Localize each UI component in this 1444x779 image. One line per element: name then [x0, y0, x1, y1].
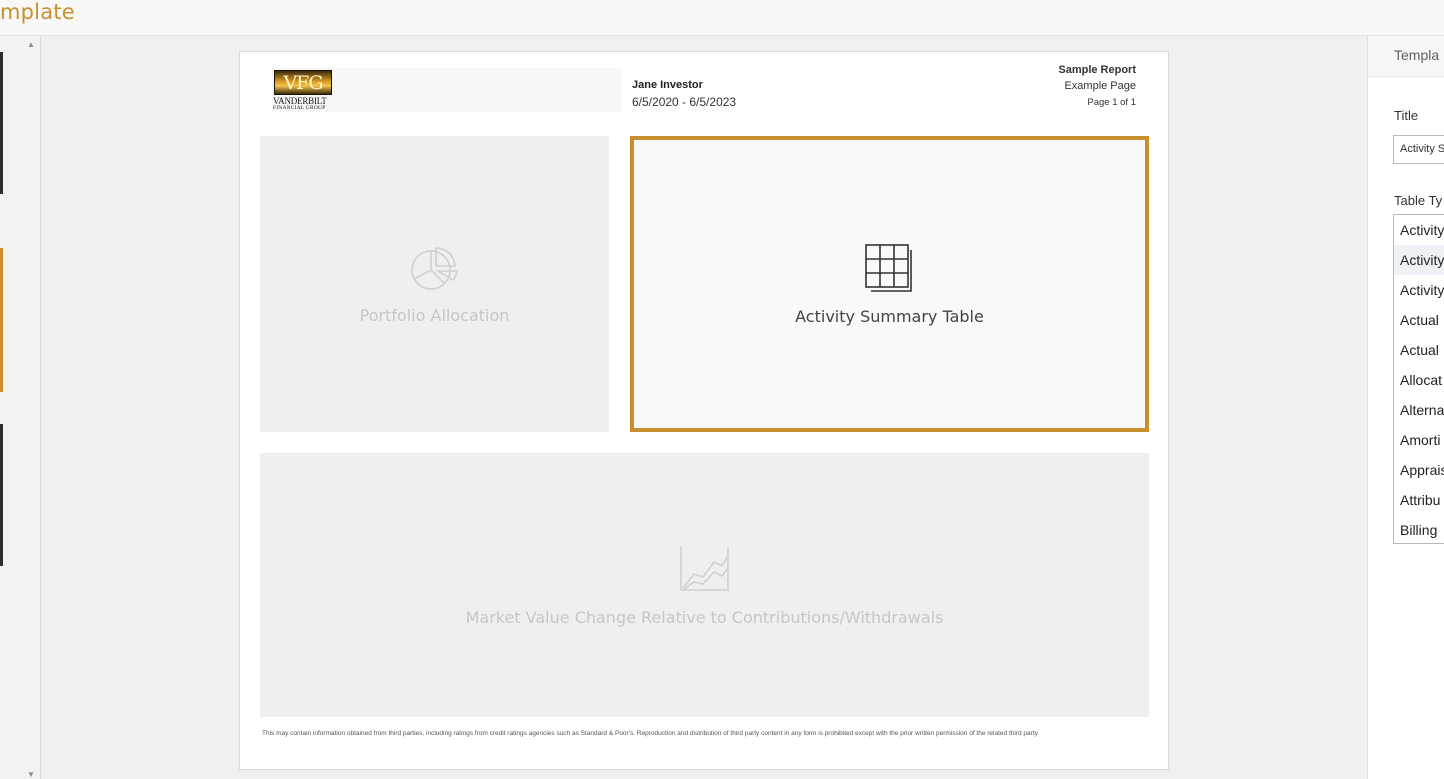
- title-label: Title: [1394, 108, 1419, 123]
- top-bar: mplate: [0, 0, 1444, 36]
- table-type-option[interactable]: Apprais: [1394, 455, 1444, 485]
- table-type-option[interactable]: Actual: [1394, 305, 1444, 335]
- scroll-up-arrow-icon[interactable]: ▲: [27, 40, 35, 49]
- table-type-label: Table Ty: [1394, 193, 1443, 208]
- logo-block[interactable]: VFG VANDERBILT FINANCIAL GROUP: [272, 68, 621, 112]
- vfg-logo-mark: VFG: [274, 70, 332, 95]
- page-thumbnail-3[interactable]: [0, 424, 3, 566]
- page-number: Page 1 of 1: [1087, 97, 1136, 108]
- portfolio-allocation-block[interactable]: Portfolio Allocation: [260, 136, 609, 432]
- market-value-change-block[interactable]: Market Value Change Relative to Contribu…: [260, 453, 1149, 717]
- pie-chart-icon: [410, 246, 458, 290]
- table-type-option[interactable]: Activity: [1394, 215, 1444, 245]
- table-type-option[interactable]: Activity: [1394, 275, 1444, 305]
- table-type-option[interactable]: Billing: [1394, 515, 1444, 545]
- disclaimer-text: This may contain information obtained fr…: [262, 730, 1040, 737]
- line-chart-icon: [679, 545, 729, 591]
- panel-header-title: Templa: [1394, 47, 1440, 63]
- block-label: Activity Summary Table: [795, 306, 984, 326]
- template-properties-panel: Templa Title Activity S Table Ty Activit…: [1367, 36, 1444, 779]
- table-type-option[interactable]: Alterna: [1394, 395, 1444, 425]
- report-name: Sample Report: [1058, 64, 1136, 76]
- page-thumbnail-strip: ▲ ▼: [0, 36, 41, 779]
- app-title: mplate: [0, 0, 75, 24]
- panel-header: Templa: [1368, 36, 1444, 77]
- date-range: 6/5/2020 - 6/5/2023: [632, 95, 737, 109]
- page-thumbnail-selected[interactable]: [0, 248, 3, 392]
- block-label: Portfolio Allocation: [359, 305, 510, 325]
- page-name: Example Page: [1064, 80, 1136, 92]
- activity-summary-table-block[interactable]: Activity Summary Table: [630, 136, 1149, 432]
- table-type-option[interactable]: Actual: [1394, 335, 1444, 365]
- table-type-listbox[interactable]: Activity Activity Activity Actual Actual…: [1393, 214, 1444, 544]
- title-input[interactable]: Activity S: [1393, 135, 1444, 164]
- table-grid-icon: [864, 243, 912, 292]
- table-type-option[interactable]: Attribu: [1394, 485, 1444, 515]
- report-page: VFG VANDERBILT FINANCIAL GROUP Jane Inve…: [239, 51, 1169, 770]
- logo-line-2: FINANCIAL GROUP: [273, 105, 326, 111]
- page-thumbnail-1[interactable]: [0, 52, 3, 194]
- table-type-option[interactable]: Allocat: [1394, 365, 1444, 395]
- report-header-right: Sample Report Example Page Page 1 of 1: [1058, 62, 1136, 112]
- table-type-option[interactable]: Activity: [1394, 245, 1444, 275]
- scroll-down-arrow-icon[interactable]: ▼: [27, 770, 35, 779]
- table-type-option[interactable]: Amorti: [1394, 425, 1444, 455]
- block-label: Market Value Change Relative to Contribu…: [465, 607, 944, 627]
- client-name: Jane Investor: [632, 79, 703, 91]
